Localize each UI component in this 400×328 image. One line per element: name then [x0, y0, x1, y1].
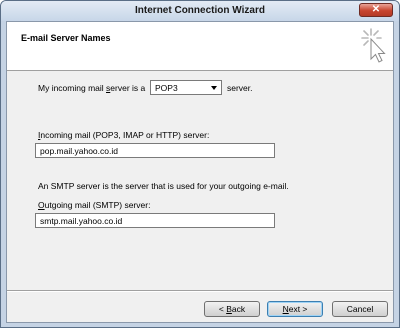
outgoing-server-label-accel: O [38, 200, 45, 210]
close-button[interactable]: ✕ [359, 3, 393, 17]
incoming-server-type-value: POP3 [155, 83, 178, 93]
outgoing-server-input[interactable]: smtp.mail.yahoo.co.id [35, 213, 275, 228]
incoming-server-input[interactable]: pop.mail.yahoo.co.id [35, 143, 275, 158]
incoming-type-label-pre: My incoming mail [38, 83, 107, 93]
next-button-post: ext > [288, 304, 308, 314]
incoming-server-label-rest: ncoming mail (POP3, IMAP or HTTP) server… [40, 130, 210, 140]
title-bar[interactable]: Internet Connection Wizard ✕ [1, 1, 399, 21]
incoming-server-type-select[interactable]: POP3 [150, 80, 222, 95]
back-button-post: ack [231, 304, 246, 314]
page-title: E-mail Server Names [21, 33, 111, 43]
incoming-server-value: pop.mail.yahoo.co.id [40, 146, 118, 156]
chevron-down-icon[interactable] [211, 86, 217, 90]
footer-divider [7, 290, 393, 292]
outgoing-server-value: smtp.mail.yahoo.co.id [40, 216, 123, 226]
incoming-type-label-post: erver is a [110, 83, 146, 93]
cancel-button[interactable]: Cancel [332, 301, 388, 317]
incoming-server-label: Incoming mail (POP3, IMAP or HTTP) serve… [38, 130, 209, 140]
close-icon: ✕ [371, 4, 381, 15]
outgoing-server-label: Outgoing mail (SMTP) server: [38, 200, 150, 210]
incoming-type-suffix: server. [227, 83, 253, 93]
incoming-type-label: My incoming mail server is a [38, 83, 145, 93]
wizard-cursor-icon [361, 28, 386, 63]
wizard-client-area: E-mail Server Names My incoming mail ser… [6, 21, 394, 323]
wizard-window: Internet Connection Wizard ✕ E-mail Serv… [0, 0, 400, 328]
next-button[interactable]: Next > [267, 301, 323, 317]
window-title: Internet Connection Wizard [135, 5, 265, 16]
wizard-header: E-mail Server Names [7, 22, 393, 71]
back-button[interactable]: < Back [204, 301, 260, 317]
outgoing-server-label-rest: utgoing mail (SMTP) server: [44, 200, 151, 210]
smtp-info-text: An SMTP server is the server that is use… [38, 181, 289, 191]
